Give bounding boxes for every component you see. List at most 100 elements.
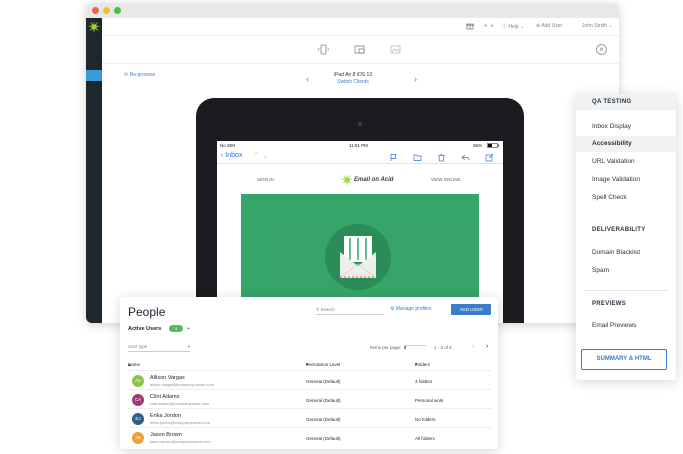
maximize-window-button[interactable] bbox=[114, 7, 121, 14]
logo-icon bbox=[88, 21, 100, 33]
items-per-page-select[interactable]: 5 ▾ bbox=[404, 345, 426, 350]
user-name: Jason Brown bbox=[150, 432, 182, 438]
manage-profiles-link[interactable]: ⚙ Manage profiles bbox=[390, 306, 431, 312]
previous-device-icon[interactable]: ‹ bbox=[306, 74, 309, 84]
table-row[interactable]: CA Clint Adams clint.adams@companyname.c… bbox=[128, 391, 492, 409]
trash-icon[interactable] bbox=[437, 153, 446, 162]
permission-level: General (Default) bbox=[306, 398, 341, 403]
deliverability-heading: DELIVERABILITY bbox=[576, 222, 676, 238]
items-per-page-caret-icon: ▾ bbox=[404, 345, 407, 350]
permission-level: General (Default) bbox=[306, 417, 341, 422]
close-window-button[interactable] bbox=[92, 7, 99, 14]
qa-item-url-validation[interactable]: URL Validation bbox=[592, 158, 635, 165]
preview-toolbar: × bbox=[102, 36, 619, 64]
active-users-filter[interactable]: Active Users bbox=[128, 326, 161, 332]
chevron-down-icon[interactable]: ⌄ bbox=[186, 324, 191, 331]
sidebar-active-marker[interactable] bbox=[86, 70, 102, 81]
folders-value: Personal work bbox=[415, 398, 444, 403]
email-header: SIGN IN Email on Acid VIEW ONLINE bbox=[241, 164, 479, 194]
email-sign-in-link[interactable]: SIGN IN bbox=[257, 177, 274, 182]
inbox-back-button[interactable]: ‹ Inbox bbox=[221, 152, 242, 159]
compose-icon[interactable] bbox=[485, 153, 494, 162]
avatar: EJ bbox=[132, 413, 144, 425]
user-type-label: User type bbox=[128, 344, 148, 349]
active-users-count-badge: 4 bbox=[169, 325, 183, 332]
table-row[interactable]: EJ Erika Jordon erika.jordon@companyname… bbox=[128, 410, 492, 428]
next-device-icon[interactable]: › bbox=[414, 74, 417, 84]
qa-item-accessibility[interactable]: Accessibility bbox=[576, 136, 676, 152]
qa-item-spam[interactable]: Spam bbox=[592, 267, 609, 274]
user-email: erika.jordon@companyname.com bbox=[150, 420, 210, 425]
reprocess-label: Re-process bbox=[129, 72, 156, 78]
brand-star-icon bbox=[341, 174, 353, 186]
brand-name: Email on Acid bbox=[354, 177, 394, 183]
qa-item-inbox-display[interactable]: Inbox Display bbox=[592, 123, 631, 130]
manage-profiles-label: Manage profiles bbox=[395, 306, 432, 312]
add-user-button[interactable]: ADD USER bbox=[451, 304, 491, 315]
gift-icon[interactable] bbox=[466, 22, 474, 30]
qa-testing-heading: QA TESTING bbox=[576, 94, 676, 110]
divider bbox=[584, 290, 668, 291]
user-name: Erika Jordon bbox=[150, 413, 181, 419]
dropdown-caret-icon: ▾ bbox=[187, 344, 190, 349]
next-page-icon[interactable]: › bbox=[486, 343, 488, 350]
ipad-screen: No SIM 11:51 PM 36% ‹ Inbox ⌃ ⌄ SIGN IN bbox=[217, 141, 503, 323]
avatar: AV bbox=[132, 375, 144, 387]
table-header: Name ▴ Permission Level ▾ Folders ▾ bbox=[128, 362, 492, 371]
qa-item-email-previews[interactable]: Email Previews bbox=[592, 322, 636, 329]
add-user-label: Add User bbox=[541, 23, 563, 29]
brand-logo: Email on Acid bbox=[341, 172, 393, 188]
add-user-nav[interactable]: ⊕ Add User bbox=[536, 23, 562, 29]
ios-status-bar: No SIM 11:51 PM 36% bbox=[217, 141, 503, 150]
sort-up-icon: ▴ bbox=[128, 362, 131, 367]
previews-heading: PREVIEWS bbox=[576, 296, 676, 312]
folders-value: All folders bbox=[415, 436, 435, 441]
carrier-label: No SIM bbox=[220, 143, 236, 148]
qa-item-spell-check[interactable]: Spell Check bbox=[592, 194, 627, 201]
folder-icon[interactable] bbox=[413, 153, 422, 162]
search-placeholder: Search bbox=[320, 307, 335, 312]
reply-icon[interactable] bbox=[461, 153, 470, 162]
table-row[interactable]: AV Allison Vargas alison.vargas@company-… bbox=[128, 372, 492, 390]
folders-value: No folders bbox=[415, 417, 436, 422]
flag-icon[interactable] bbox=[389, 153, 398, 162]
permission-level: General (Default) bbox=[306, 379, 341, 384]
image-toggle-icon[interactable] bbox=[390, 44, 401, 55]
split-view-icon[interactable] bbox=[354, 44, 365, 55]
rotate-device-icon[interactable] bbox=[318, 44, 329, 55]
user-email: jason.brown@companyname.com bbox=[150, 439, 211, 444]
close-preview-icon[interactable]: × bbox=[596, 44, 607, 55]
message-up-down-icon[interactable]: ⌃ ⌄ bbox=[253, 151, 269, 160]
user-type-select[interactable]: User type ▾ bbox=[128, 344, 190, 352]
marketing-composite: ● ● ⓘ Help ⌄ ⊕ Add User John Smith ⌄ × ⟳… bbox=[0, 0, 683, 454]
items-per-page-label: Items per page: bbox=[370, 345, 402, 350]
title-bar bbox=[86, 3, 619, 18]
reprocess-link[interactable]: ⟳ Re-process bbox=[124, 72, 155, 78]
prev-page-icon[interactable]: ‹ bbox=[472, 343, 474, 350]
help-label: Help bbox=[508, 24, 519, 30]
minimize-window-button[interactable] bbox=[103, 7, 110, 14]
user-menu[interactable]: John Smith ⌄ bbox=[582, 23, 613, 29]
switch-clients-link[interactable]: Switch Clients bbox=[322, 79, 384, 86]
help-menu[interactable]: ⓘ Help ⌄ bbox=[502, 23, 524, 30]
page-range: 1 - 3 of 6 bbox=[434, 345, 452, 350]
top-nav: ● ● ⓘ Help ⌄ ⊕ Add User John Smith ⌄ bbox=[102, 18, 619, 36]
user-email: clint.adams@companyname.com bbox=[150, 401, 210, 406]
device-selector: iPad Air 8 iOS 13 Switch Clients bbox=[322, 72, 384, 86]
avatar: JB bbox=[132, 432, 144, 444]
battery-label: 36% bbox=[473, 143, 483, 148]
qa-testing-panel: QA TESTING Inbox Display Accessibility U… bbox=[576, 94, 676, 380]
people-title: People bbox=[128, 305, 166, 319]
people-panel: People ⚲ Search ⚙ Manage profiles ADD US… bbox=[120, 297, 498, 449]
device-name: iPad Air 8 iOS 13 bbox=[333, 72, 373, 78]
folders-value: 3 folders bbox=[415, 379, 433, 384]
search-input[interactable]: ⚲ Search bbox=[316, 305, 384, 315]
summary-html-button[interactable]: SUMMARY & HTML bbox=[581, 349, 667, 370]
hero-circle bbox=[325, 224, 391, 290]
table-row[interactable]: JB Jason Brown jason.brown@companyname.c… bbox=[128, 429, 492, 447]
qa-item-domain-blacklist[interactable]: Domain Blacklist bbox=[592, 249, 640, 256]
inbox-back-label: Inbox bbox=[225, 152, 243, 159]
avatar: CA bbox=[132, 394, 144, 406]
email-view-online-link[interactable]: VIEW ONLINE bbox=[431, 177, 461, 182]
qa-item-image-validation[interactable]: Image Validation bbox=[592, 176, 640, 183]
